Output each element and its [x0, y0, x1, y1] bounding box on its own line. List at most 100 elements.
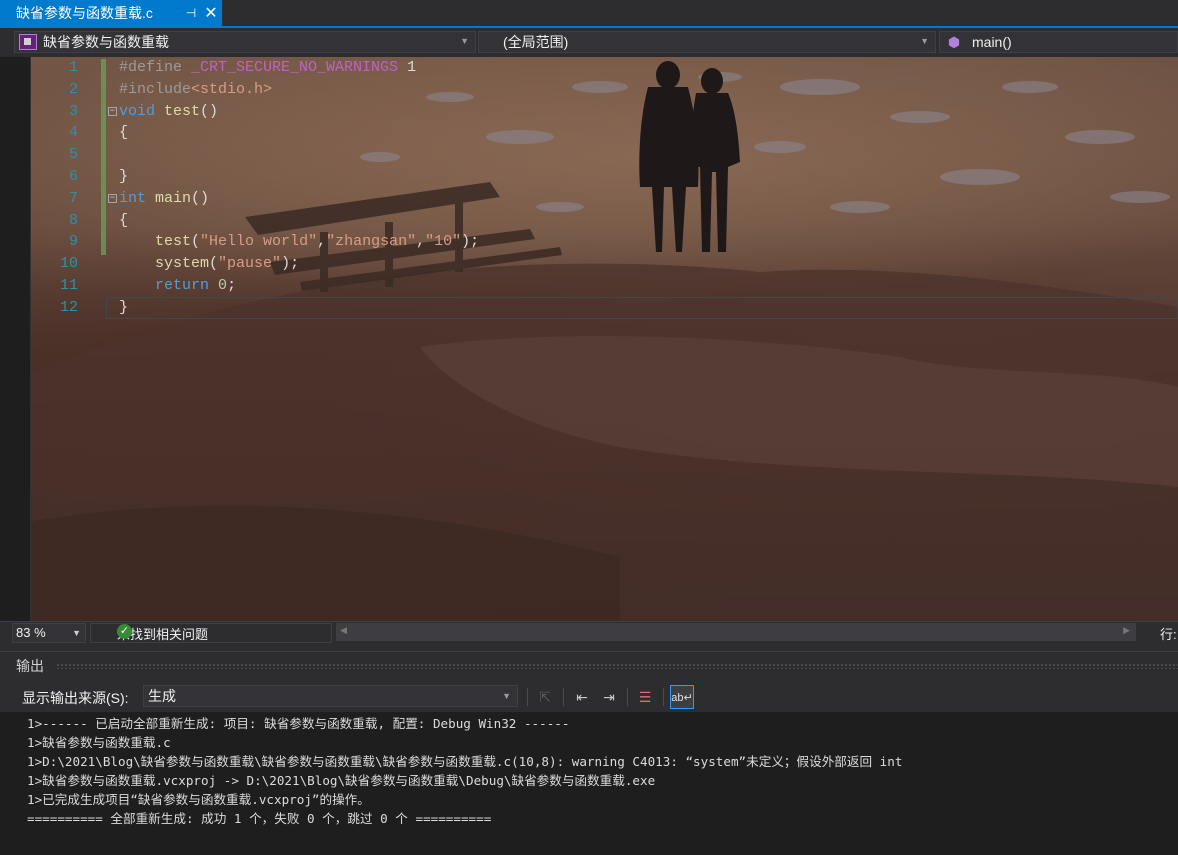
collapse-icon[interactable]: − [108, 193, 117, 203]
code-token: main [155, 189, 192, 207]
navigation-bar: 缺省参数与函数重载 ▼ (全局范围) ▼ ⬢ main() [0, 28, 1178, 57]
output-text[interactable]: 1>------ 已启动全部重新生成: 项目: 缺省参数与函数重载, 配置: D… [0, 712, 1178, 855]
member-dropdown[interactable]: ⬢ main() [939, 31, 1178, 53]
code-token: ( [191, 233, 201, 251]
chevron-down-icon: ▼ [460, 36, 469, 46]
tab-title: 缺省参数与函数重载.c [16, 5, 153, 21]
line-number: 8 [68, 211, 78, 229]
chevron-down-icon: ▼ [920, 36, 929, 46]
project-dropdown[interactable]: 缺省参数与函数重载 ▼ [14, 31, 476, 53]
code-token: <stdio.h> [191, 80, 273, 98]
code-token: ); [281, 255, 300, 273]
line-number: 4 [68, 124, 78, 142]
document-tab[interactable]: 缺省参数与函数重载.c ⊣ ✕ [0, 0, 222, 26]
line-numbers: 1 2 3 4 5 6 7 8 9 10 11 12 [30, 57, 80, 319]
code-token: { [119, 124, 129, 142]
output-toolbar: 显示输出来源(S): 生成 ▼ ⇱ ⇤ ⇥ ☰ ab↵ [0, 682, 1178, 710]
line-number: 10 [59, 255, 78, 273]
code-token: test [164, 102, 201, 120]
previous-message-icon[interactable]: ⇤ [570, 685, 594, 709]
code-token: system [155, 255, 210, 273]
code-lines[interactable]: #define _CRT_SECURE_NO_WARNINGS 1 #includ… [106, 57, 1176, 319]
code-token: 0 [218, 276, 228, 294]
toolbar-separator [663, 688, 664, 706]
code-token: #define [119, 59, 192, 76]
code-line[interactable]: { [106, 122, 1176, 144]
chevron-down-icon: ▼ [502, 691, 511, 701]
output-line: 1>已完成生成项目“缺省参数与函数重载.vcxproj”的操作。 [27, 792, 370, 807]
code-line[interactable]: − int main() [106, 188, 1176, 210]
code-token: , [317, 233, 327, 251]
code-token: return [155, 276, 210, 294]
code-line[interactable]: #include<stdio.h> [106, 79, 1176, 101]
code-line[interactable] [106, 144, 1176, 166]
code-line[interactable]: } [106, 166, 1176, 188]
close-icon[interactable]: ✕ [200, 3, 222, 23]
output-line: 1>缺省参数与函数重载.vcxproj -> D:\2021\Blog\缺省参数… [27, 773, 656, 788]
code-token: test [155, 233, 192, 251]
project-label: 缺省参数与函数重载 [43, 34, 169, 50]
line-number: 12 [59, 298, 78, 316]
code-line[interactable]: system("pause"); [106, 253, 1176, 275]
code-line[interactable]: #define _CRT_SECURE_NO_WARNINGS 1 [106, 57, 1176, 79]
code-line[interactable]: − void test() [106, 101, 1176, 123]
document-tab-strip: 缺省参数与函数重载.c ⊣ ✕ [0, 0, 1178, 28]
output-panel: 输出 显示输出来源(S): 生成 ▼ ⇱ ⇤ ⇥ ☰ ab↵ 1>------ … [0, 651, 1178, 855]
output-title: 输出 [16, 658, 44, 674]
code-line[interactable]: { [106, 210, 1176, 232]
output-line: 1>D:\2021\Blog\缺省参数与函数重载\缺省参数与函数重载\缺省参数与… [27, 754, 903, 769]
code-token: #include [119, 80, 192, 98]
code-token: "zhangsan" [326, 233, 417, 251]
member-label: main() [972, 34, 1012, 50]
code-token: () [200, 102, 219, 120]
toolbar-separator [563, 688, 564, 706]
scope-dropdown[interactable]: (全局范围) ▼ [478, 31, 936, 53]
output-source-value: 生成 [148, 688, 176, 704]
code-line[interactable]: test("Hello world","zhangsan","10"); [106, 231, 1176, 253]
line-number: 3 [68, 102, 78, 120]
code-line[interactable]: return 0; [106, 275, 1176, 297]
toolbar-separator [627, 688, 628, 706]
line-number: 5 [68, 146, 78, 164]
code-token: int [119, 189, 147, 207]
code-token: "Hello world" [200, 233, 318, 251]
panel-grip[interactable] [56, 663, 1178, 669]
scroll-left-icon[interactable]: ◀ [340, 625, 347, 636]
editor-status-strip: 83 % ▼ 未找到相关问题 ◀ ▶ 行: [0, 621, 1178, 644]
line-number: 1 [68, 59, 78, 76]
output-line: ========== 全部重新生成: 成功 1 个，失败 0 个，跳过 0 个 … [27, 811, 492, 826]
line-number: 6 [68, 167, 78, 185]
code-line[interactable]: } [106, 297, 1176, 319]
horizontal-scrollbar[interactable]: ◀ ▶ [336, 623, 1136, 641]
output-source-dropdown[interactable]: 生成 ▼ [143, 685, 518, 707]
code-token: _CRT_SECURE_NO_WARNINGS [191, 59, 399, 76]
zoom-dropdown[interactable]: 83 % ▼ [12, 623, 86, 643]
code-token: ( [209, 255, 219, 273]
line-number: 9 [68, 233, 78, 251]
word-wrap-icon[interactable]: ab↵ [670, 685, 694, 709]
chevron-down-icon: ▼ [72, 628, 81, 638]
scope-label: (全局范围) [503, 34, 569, 50]
check-icon: ✓ [117, 624, 132, 639]
collapse-icon[interactable]: − [108, 106, 117, 116]
indicator-margin [0, 57, 31, 621]
code-token: , [416, 233, 426, 251]
code-token: } [119, 167, 129, 185]
code-token: "10" [425, 233, 462, 251]
code-token: 1 [398, 59, 417, 76]
toolbar-separator [527, 688, 528, 706]
clear-all-icon[interactable]: ☰ [633, 685, 657, 709]
zoom-value: 83 % [16, 625, 46, 640]
line-number: 2 [68, 80, 78, 98]
next-message-icon[interactable]: ⇥ [597, 685, 621, 709]
project-icon [19, 34, 37, 50]
function-icon: ⬢ [947, 34, 961, 50]
code-editor[interactable]: 1 2 3 4 5 6 7 8 9 10 11 12 #define _CRT_SECURE_NO_W… [0, 57, 1178, 621]
code-token: void [119, 102, 156, 120]
scroll-right-icon[interactable]: ▶ [1123, 625, 1130, 636]
pin-icon[interactable]: ⊣ [182, 6, 200, 20]
find-message-in-code-icon[interactable]: ⇱ [533, 685, 557, 709]
